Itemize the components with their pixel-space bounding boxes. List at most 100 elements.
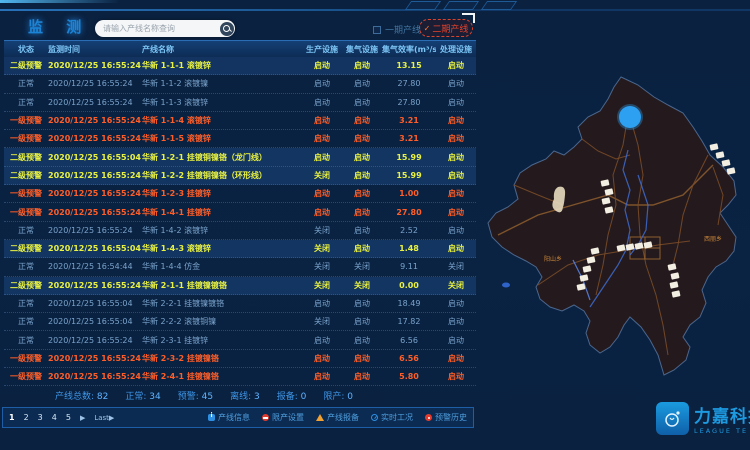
table-row[interactable]: 二级预警2020/12/25 16:55:24华新 1-2-2 挂镀铜镍铬（环形… (4, 167, 476, 185)
table-row[interactable]: 正常2020/12/25 16:55:24华新 1-4-2 滚镀锌关闭启动2.5… (4, 222, 476, 240)
cell-time: 2020/12/25 16:55:24 (48, 372, 142, 381)
table-row[interactable]: 正常2020/12/25 16:55:24华新 1-1-2 滚镀镍启动启动27.… (4, 75, 476, 93)
page-number[interactable]: 5 (66, 413, 71, 422)
monitoring-dashboard: 监 测 一期产线 ✓ 二期产线 状态监测时间产线名称生产设施集气设施集气效率(m… (0, 0, 750, 450)
cell-eff: 3.21 (382, 116, 436, 125)
cell-prod: 关闭 (302, 261, 342, 272)
table-row[interactable]: 二级预警2020/12/25 16:55:04华新 1-4-3 滚镀锌关闭启动1… (4, 240, 476, 258)
phase1-checkbox[interactable]: 一期产线 (373, 23, 421, 36)
table-row[interactable]: 二级预警2020/12/25 16:55:24华新 2-1-1 挂镀镍镀铬关闭关… (4, 277, 476, 295)
legend-item-realtime-status[interactable]: 实时工况 (371, 412, 413, 423)
cell-gas: 启动 (342, 298, 382, 309)
cell-eff: 5.80 (382, 372, 436, 381)
cell-prod: 启动 (302, 60, 342, 71)
legend-item-line-info[interactable]: 产线信息 (208, 412, 250, 423)
cell-name: 华新 1-1-3 滚镀锌 (142, 97, 302, 108)
table-row[interactable]: 一级预警2020/12/25 16:55:24华新 1-1-5 滚镀锌启动启动3… (4, 130, 476, 148)
next-page-button[interactable]: ▶ (80, 414, 85, 422)
cell-name: 华新 2-2-2 滚镀铜镍 (142, 316, 302, 327)
cell-gas: 启动 (342, 353, 382, 364)
cell-time: 2020/12/25 16:54:44 (48, 262, 142, 271)
summary-value: 3 (254, 392, 260, 402)
cell-status: 二级预警 (4, 170, 48, 181)
cell-status: 正常 (4, 78, 48, 89)
facility-marker[interactable] (721, 159, 730, 167)
summary-item: 报备: 0 (277, 389, 307, 402)
cell-time: 2020/12/25 16:55:24 (48, 61, 142, 70)
map-lake (502, 283, 510, 288)
table-row[interactable]: 一级预警2020/12/25 16:55:24华新 2-4-1 挂镀镍铬启动启动… (4, 368, 476, 386)
table-row[interactable]: 正常2020/12/25 16:55:04华新 2-2-2 滚镀铜镍关闭启动17… (4, 313, 476, 331)
district-map[interactable]: 阳山乡西丽乡 (478, 55, 750, 395)
legend-label: 实时工况 (381, 412, 413, 423)
cell-name: 华新 1-2-1 挂镀铜镍铬（龙门线） (142, 152, 302, 163)
page-number[interactable]: 1 (9, 413, 15, 422)
cell-time: 2020/12/25 16:55:24 (48, 116, 142, 125)
cluster-marker[interactable] (619, 106, 641, 128)
logo-text-cn: 力嘉科技 (694, 402, 750, 427)
cell-eff: 27.80 (382, 98, 436, 107)
cell-treat: 启动 (436, 225, 476, 236)
cell-gas: 启动 (342, 152, 382, 163)
cell-gas: 启动 (342, 243, 382, 254)
facility-marker[interactable] (726, 167, 735, 175)
cell-name: 华新 1-4-4 仿金 (142, 261, 302, 272)
last-page-button[interactable]: Last▶ (94, 414, 114, 422)
summary-item: 产线总数: 82 (55, 389, 108, 402)
cell-gas: 启动 (342, 371, 382, 382)
page-title: 监 测 (28, 16, 90, 37)
cell-prod: 关闭 (302, 225, 342, 236)
table-row[interactable]: 一级预警2020/12/25 16:55:24华新 1-2-3 挂镀锌启动启动1… (4, 185, 476, 203)
phase1-label: 一期产线 (385, 23, 421, 36)
summary-label: 限产: (323, 392, 347, 402)
cell-gas: 启动 (342, 207, 382, 218)
table-row[interactable]: 一级预警2020/12/25 16:55:24华新 1-4-1 挂镀锌启动启动2… (4, 203, 476, 221)
page-number[interactable]: 4 (52, 413, 57, 422)
legend-item-line-report[interactable]: 产线报备 (316, 412, 359, 423)
table-row[interactable]: 正常2020/12/25 16:55:24华新 2-3-1 挂镀锌启动启动6.5… (4, 331, 476, 349)
column-header: 生产设施 (302, 44, 342, 55)
cell-name: 华新 2-3-1 挂镀锌 (142, 335, 302, 346)
cell-gas: 启动 (342, 133, 382, 144)
page-number[interactable]: 3 (38, 413, 43, 422)
search-input[interactable] (103, 24, 220, 33)
table-row[interactable]: 正常2020/12/25 16:55:24华新 1-1-3 滚镀锌启动启动27.… (4, 94, 476, 112)
cell-name: 华新 2-3-2 挂镀镍铬 (142, 353, 302, 364)
table-row[interactable]: 二级预警2020/12/25 16:55:04华新 1-2-1 挂镀铜镍铬（龙门… (4, 148, 476, 166)
cell-time: 2020/12/25 16:55:24 (48, 354, 142, 363)
facility-marker[interactable] (709, 143, 718, 151)
page-number[interactable]: 2 (24, 413, 29, 422)
cell-prod: 启动 (302, 353, 342, 364)
table-row[interactable]: 正常2020/12/25 16:54:44华新 1-4-4 仿金关闭关闭9.11… (4, 258, 476, 276)
table-row[interactable]: 正常2020/12/25 16:55:04华新 2-2-1 挂镀镍镀铬启动启动1… (4, 295, 476, 313)
bottom-toolbar: 12345 ▶ Last▶ 产线信息 限产设置 产线报备 实时工况 预警历史 (2, 407, 474, 428)
table-row[interactable]: 一级预警2020/12/25 16:55:24华新 1-1-4 滚镀锌启动启动3… (4, 112, 476, 130)
legend-item-alarm-history[interactable]: 预警历史 (425, 412, 467, 423)
cell-name: 华新 2-1-1 挂镀镍镀铬 (142, 280, 302, 291)
cell-name: 华新 1-4-2 滚镀锌 (142, 225, 302, 236)
cell-status: 一级预警 (4, 188, 48, 199)
cell-treat: 启动 (436, 115, 476, 126)
table-row[interactable]: 二级预警2020/12/25 16:55:24华新 1-1-1 滚镀锌启动启动1… (4, 57, 476, 75)
search-icon[interactable] (220, 22, 234, 36)
cell-time: 2020/12/25 16:55:24 (48, 134, 142, 143)
cell-treat: 启动 (436, 170, 476, 181)
cell-status: 二级预警 (4, 60, 48, 71)
cell-treat: 启动 (436, 133, 476, 144)
cell-name: 华新 1-1-5 滚镀锌 (142, 133, 302, 144)
cell-prod: 启动 (302, 78, 342, 89)
cell-time: 2020/12/25 16:55:24 (48, 171, 142, 180)
report-icon (316, 414, 324, 421)
table-row[interactable]: 一级预警2020/12/25 16:55:24华新 2-3-2 挂镀镍铬启动启动… (4, 350, 476, 368)
legend-item-limit-settings[interactable]: 限产设置 (262, 412, 304, 423)
cell-name: 华新 1-4-3 滚镀锌 (142, 243, 302, 254)
facility-marker[interactable] (715, 151, 724, 159)
column-header: 状态 (4, 44, 48, 55)
cell-prod: 关闭 (302, 280, 342, 291)
cell-prod: 启动 (302, 371, 342, 382)
summary-label: 离线: (230, 392, 254, 402)
deco-parallelogram (481, 1, 517, 10)
cell-eff: 18.49 (382, 299, 436, 308)
summary-value: 45 (202, 392, 213, 402)
legend-label: 产线报备 (327, 412, 359, 423)
